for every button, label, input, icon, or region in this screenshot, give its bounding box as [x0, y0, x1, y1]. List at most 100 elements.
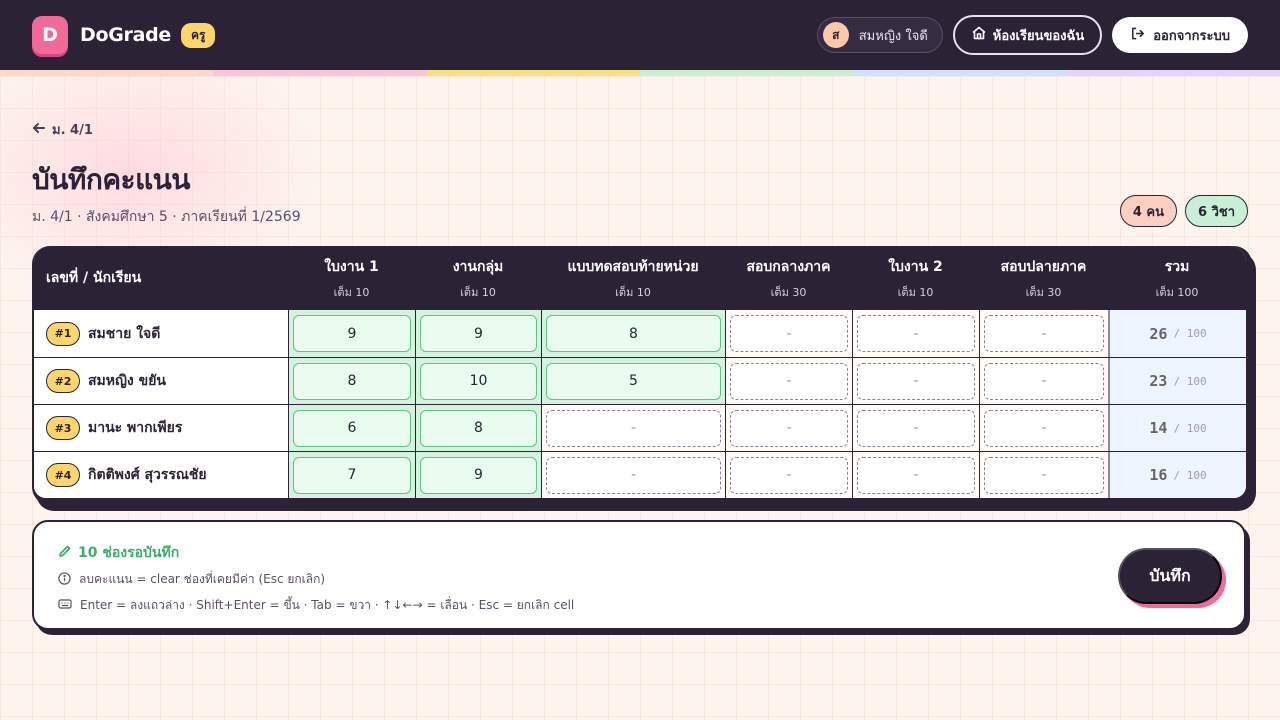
- score-input[interactable]: 8: [293, 362, 411, 400]
- score-input[interactable]: 9: [293, 315, 411, 352]
- score-cell: -: [979, 405, 1108, 451]
- column-header-total: รวม เต็ม 100: [1108, 256, 1246, 301]
- score-input[interactable]: -: [857, 362, 975, 400]
- student-cell: #1 สมชาย ใจดี: [34, 310, 288, 357]
- score-cell: 8: [415, 405, 541, 451]
- score-table-inner: เลขที่ / นักเรียน ใบงาน 1 เต็ม 10 งานกลุ…: [34, 246, 1246, 498]
- logo-letter: D: [42, 24, 58, 46]
- total-cell: 16 / 100: [1108, 452, 1246, 498]
- top-navbar: D DoGrade ครู ส สมหญิง ใจดี ห้องเรียนของ…: [0, 0, 1280, 70]
- score-input[interactable]: 6: [293, 409, 411, 447]
- keyboard-icon: [58, 598, 72, 613]
- table-row: #2 สมหญิง ขยัน 8 10 5 - - - 23 / 100: [34, 357, 1246, 404]
- column-title: สอบกลางภาค: [746, 258, 831, 275]
- score-input[interactable]: -: [546, 456, 721, 494]
- pending-changes: 10 ช่องรอบันทึก: [58, 542, 179, 564]
- hint-keyboard: Enter = ลงแถวล่าง · Shift+Enter = ขึ้น ·…: [58, 596, 574, 615]
- back-label: ม. 4/1: [52, 123, 93, 138]
- score-input[interactable]: -: [730, 456, 848, 494]
- avatar: ส: [822, 22, 849, 48]
- back-link[interactable]: ม. 4/1: [32, 119, 93, 140]
- page-subtitle: ม. 4/1 · สังคมศึกษา 5 · ภาคเรียนที่ 1/25…: [32, 209, 301, 225]
- score-input[interactable]: -: [730, 362, 848, 400]
- score-cell: 5: [541, 358, 725, 404]
- column-max: เต็ม 10: [897, 285, 934, 299]
- user-pill[interactable]: ส สมหญิง ใจดี: [816, 17, 943, 53]
- score-cell: 9: [415, 310, 541, 357]
- score-input[interactable]: 7: [293, 456, 411, 494]
- logout-icon: [1130, 26, 1145, 45]
- logout-label: ออกจากระบบ: [1153, 28, 1230, 44]
- page-title: บันทึกคะแนน: [32, 163, 190, 196]
- brand-name[interactable]: DoGrade: [80, 24, 171, 46]
- score-cell: -: [725, 452, 852, 498]
- student-name: กิตติพงศ์ สุวรรณชัย: [88, 467, 207, 483]
- save-button[interactable]: บันทึก: [1118, 548, 1222, 604]
- total-max: / 100: [1173, 421, 1207, 435]
- student-number-badge: #3: [46, 416, 80, 440]
- score-input[interactable]: 9: [420, 315, 537, 352]
- role-badge: ครู: [181, 22, 216, 48]
- score-input[interactable]: -: [984, 362, 1104, 400]
- score-cell: -: [852, 310, 979, 357]
- count-badges: 4 คน 6 วิชา: [1119, 195, 1248, 227]
- total-max: / 100: [1173, 374, 1207, 388]
- students-count-badge: 4 คน: [1119, 195, 1177, 227]
- score-input[interactable]: 10: [420, 362, 537, 400]
- student-number-badge: #1: [46, 321, 80, 346]
- column-header[interactable]: สอบกลางภาค เต็ม 30: [725, 256, 852, 301]
- rainbow-segment: [853, 70, 1067, 76]
- column-title: สอบปลายภาค: [1000, 258, 1087, 275]
- subjects-count-badge: 6 วิชา: [1185, 195, 1248, 227]
- column-title: รวม: [1164, 258, 1190, 275]
- score-input[interactable]: -: [546, 409, 721, 447]
- column-header[interactable]: ใบงาน 2 เต็ม 10: [852, 256, 979, 301]
- score-input[interactable]: -: [984, 456, 1104, 494]
- score-cell: -: [541, 452, 725, 498]
- my-classes-label: ห้องเรียนของฉัน: [992, 28, 1085, 44]
- table-row: #3 มานะ พากเพียร 6 8 - - - - 14 / 100: [34, 404, 1246, 451]
- column-max: เต็ม 30: [770, 285, 807, 299]
- score-input[interactable]: -: [857, 409, 975, 447]
- score-input[interactable]: 5: [546, 362, 721, 400]
- column-header[interactable]: ใบงาน 1 เต็ม 10: [288, 256, 415, 301]
- score-input[interactable]: 8: [420, 409, 537, 447]
- rainbow-strip: [0, 70, 1280, 76]
- column-header[interactable]: สอบปลายภาค เต็ม 30: [979, 256, 1108, 301]
- rainbow-segment: [639, 70, 854, 76]
- table-header: เลขที่ / นักเรียน ใบงาน 1 เต็ม 10 งานกลุ…: [34, 246, 1246, 310]
- rainbow-segment: [213, 70, 427, 76]
- score-input[interactable]: 9: [420, 456, 537, 494]
- total-cell: 26 / 100: [1108, 310, 1246, 357]
- score-input[interactable]: -: [984, 409, 1104, 447]
- total-score: 14: [1149, 419, 1168, 437]
- student-cell: #4 กิตติพงศ์ สุวรรณชัย: [34, 452, 288, 498]
- total-max: / 100: [1173, 468, 1207, 482]
- rainbow-segment: [1066, 70, 1280, 76]
- score-input[interactable]: 8: [546, 315, 721, 352]
- column-header[interactable]: งานกลุ่ม เต็ม 10: [415, 256, 541, 301]
- score-input[interactable]: -: [730, 409, 848, 447]
- score-cell: 8: [288, 358, 415, 404]
- score-cell: -: [541, 405, 725, 451]
- column-title: ใบงาน 2: [888, 258, 943, 275]
- score-input[interactable]: -: [984, 315, 1104, 352]
- score-cell: 7: [288, 452, 415, 498]
- score-input[interactable]: -: [857, 456, 975, 494]
- total-cell: 23 / 100: [1108, 358, 1246, 404]
- score-cell: -: [979, 358, 1108, 404]
- app-logo[interactable]: D: [32, 16, 68, 54]
- my-classes-button[interactable]: ห้องเรียนของฉัน: [952, 15, 1103, 55]
- score-input[interactable]: -: [857, 315, 975, 352]
- top-right-actions: ส สมหญิง ใจดี ห้องเรียนของฉัน ออกจากระบบ: [816, 15, 1248, 55]
- column-max: เต็ม 100: [1155, 285, 1199, 299]
- score-input[interactable]: -: [730, 315, 848, 352]
- pending-label: 10 ช่องรอบันทึก: [78, 545, 180, 561]
- column-title: งานกลุ่ม: [452, 258, 504, 275]
- table-row: #1 สมชาย ใจดี 9 9 8 - - - 26 / 100: [34, 310, 1246, 357]
- table-body: #1 สมชาย ใจดี 9 9 8 - - - 26 / 100 #2 สม…: [34, 310, 1246, 498]
- total-score: 26: [1149, 324, 1168, 343]
- column-header[interactable]: แบบทดสอบท้ายหน่วย เต็ม 10: [541, 256, 725, 301]
- table-row: #4 กิตติพงศ์ สุวรรณชัย 7 9 - - - - 16 / …: [34, 451, 1246, 498]
- logout-button[interactable]: ออกจากระบบ: [1112, 17, 1248, 53]
